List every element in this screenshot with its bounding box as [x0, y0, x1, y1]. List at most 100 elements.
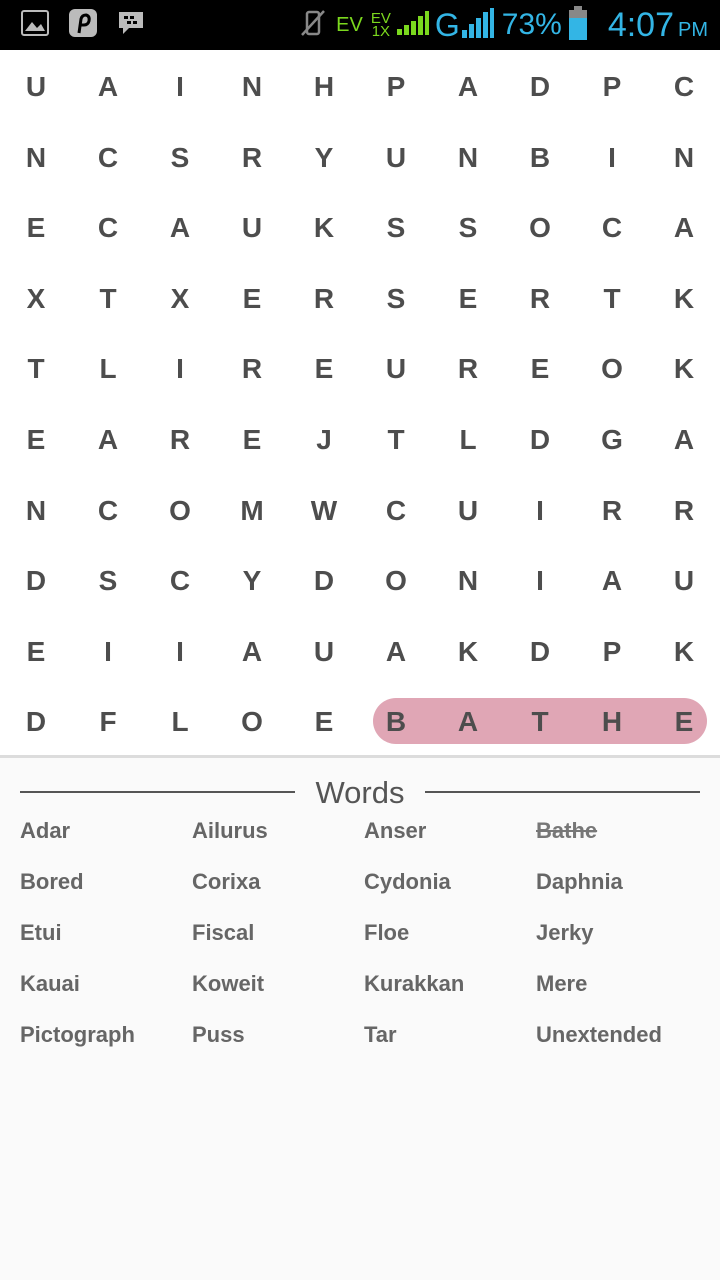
grid-cell[interactable]: A — [144, 208, 216, 248]
grid-cell[interactable]: O — [576, 349, 648, 389]
grid-cell[interactable]: D — [288, 561, 360, 601]
grid-cell[interactable]: P — [360, 67, 432, 107]
grid-cell[interactable]: N — [432, 561, 504, 601]
grid-cell[interactable]: W — [288, 491, 360, 531]
grid-cell[interactable]: U — [432, 491, 504, 531]
grid-cell[interactable]: T — [360, 420, 432, 460]
grid-cell[interactable]: I — [504, 561, 576, 601]
grid-cell[interactable]: B — [360, 702, 432, 742]
grid-cell[interactable]: C — [144, 561, 216, 601]
grid-cell[interactable]: P — [576, 67, 648, 107]
grid-cell[interactable]: D — [504, 67, 576, 107]
grid-cell[interactable]: O — [216, 702, 288, 742]
grid-cell[interactable]: M — [216, 491, 288, 531]
grid-cell[interactable]: P — [576, 632, 648, 672]
grid-cell[interactable]: F — [72, 702, 144, 742]
letter-grid[interactable]: UAINHPADPCNCSRYUNBINECAUKSSOCAXTXERSERTK… — [0, 50, 720, 755]
grid-cell[interactable]: H — [288, 67, 360, 107]
grid-cell[interactable]: H — [576, 702, 648, 742]
grid-cell[interactable]: U — [216, 208, 288, 248]
grid-cell[interactable]: I — [576, 138, 648, 178]
grid-cell[interactable]: E — [648, 702, 720, 742]
grid-cell[interactable]: Y — [288, 138, 360, 178]
grid-cell[interactable]: B — [504, 138, 576, 178]
grid-cell[interactable]: R — [576, 491, 648, 531]
grid-cell[interactable]: S — [360, 279, 432, 319]
grid-cell[interactable]: R — [648, 491, 720, 531]
grid-cell[interactable]: A — [360, 632, 432, 672]
grid-cell[interactable]: C — [72, 138, 144, 178]
grid-cell[interactable]: R — [144, 420, 216, 460]
grid-cell[interactable]: R — [288, 279, 360, 319]
grid-cell[interactable]: A — [432, 67, 504, 107]
grid-cell[interactable]: E — [0, 632, 72, 672]
grid-cell[interactable]: G — [576, 420, 648, 460]
grid-cell[interactable]: U — [0, 67, 72, 107]
grid-cell[interactable]: U — [360, 349, 432, 389]
grid-cell[interactable]: E — [216, 279, 288, 319]
grid-cell[interactable]: S — [432, 208, 504, 248]
grid-cell[interactable]: C — [648, 67, 720, 107]
grid-cell[interactable]: L — [144, 702, 216, 742]
grid-cell[interactable]: L — [432, 420, 504, 460]
grid-cell[interactable]: E — [0, 420, 72, 460]
grid-cell[interactable]: D — [504, 420, 576, 460]
grid-cell[interactable]: R — [432, 349, 504, 389]
grid-cell[interactable]: E — [288, 349, 360, 389]
grid-cell[interactable]: N — [0, 491, 72, 531]
grid-cell[interactable]: A — [648, 420, 720, 460]
grid-cell[interactable]: I — [144, 67, 216, 107]
grid-cell[interactable]: E — [216, 420, 288, 460]
grid-cell[interactable]: O — [360, 561, 432, 601]
grid-cell[interactable]: J — [288, 420, 360, 460]
grid-cell[interactable]: D — [504, 632, 576, 672]
grid-cell[interactable]: O — [144, 491, 216, 531]
grid-cell[interactable]: K — [648, 349, 720, 389]
grid-cell[interactable]: S — [360, 208, 432, 248]
grid-cell[interactable]: L — [72, 349, 144, 389]
grid-cell[interactable]: A — [648, 208, 720, 248]
grid-cell[interactable]: K — [288, 208, 360, 248]
grid-cell[interactable]: I — [144, 632, 216, 672]
grid-cell[interactable]: S — [72, 561, 144, 601]
grid-cell[interactable]: D — [0, 702, 72, 742]
grid-cell[interactable]: K — [648, 279, 720, 319]
grid-cell[interactable]: U — [360, 138, 432, 178]
grid-cell[interactable]: E — [432, 279, 504, 319]
grid-cell[interactable]: K — [648, 632, 720, 672]
grid-cell[interactable]: R — [504, 279, 576, 319]
grid-cell[interactable]: Y — [216, 561, 288, 601]
grid-cell[interactable]: X — [0, 279, 72, 319]
grid-cell[interactable]: R — [216, 349, 288, 389]
grid-cell[interactable]: A — [72, 420, 144, 460]
grid-cell[interactable]: I — [504, 491, 576, 531]
grid-cell[interactable]: A — [576, 561, 648, 601]
grid-cell[interactable]: E — [0, 208, 72, 248]
grid-cell[interactable]: N — [648, 138, 720, 178]
grid-cell[interactable]: E — [288, 702, 360, 742]
grid-cell[interactable]: N — [216, 67, 288, 107]
grid-cell[interactable]: T — [576, 279, 648, 319]
grid-cell[interactable]: A — [432, 702, 504, 742]
grid-cell[interactable]: I — [72, 632, 144, 672]
grid-cell[interactable]: N — [0, 138, 72, 178]
grid-cell[interactable]: U — [648, 561, 720, 601]
grid-cell[interactable]: D — [0, 561, 72, 601]
grid-cell[interactable]: I — [144, 349, 216, 389]
grid-cell[interactable]: C — [360, 491, 432, 531]
grid-cell[interactable]: T — [72, 279, 144, 319]
grid-cell[interactable]: A — [72, 67, 144, 107]
grid-cell[interactable]: C — [72, 491, 144, 531]
grid-cell[interactable]: S — [144, 138, 216, 178]
grid-cell[interactable]: O — [504, 208, 576, 248]
grid-cell[interactable]: K — [432, 632, 504, 672]
grid-cell[interactable]: T — [504, 702, 576, 742]
grid-cell[interactable]: R — [216, 138, 288, 178]
grid-cell[interactable]: T — [0, 349, 72, 389]
grid-cell[interactable]: E — [504, 349, 576, 389]
grid-cell[interactable]: U — [288, 632, 360, 672]
grid-cell[interactable]: X — [144, 279, 216, 319]
grid-cell[interactable]: C — [576, 208, 648, 248]
grid-cell[interactable]: N — [432, 138, 504, 178]
grid-cell[interactable]: C — [72, 208, 144, 248]
